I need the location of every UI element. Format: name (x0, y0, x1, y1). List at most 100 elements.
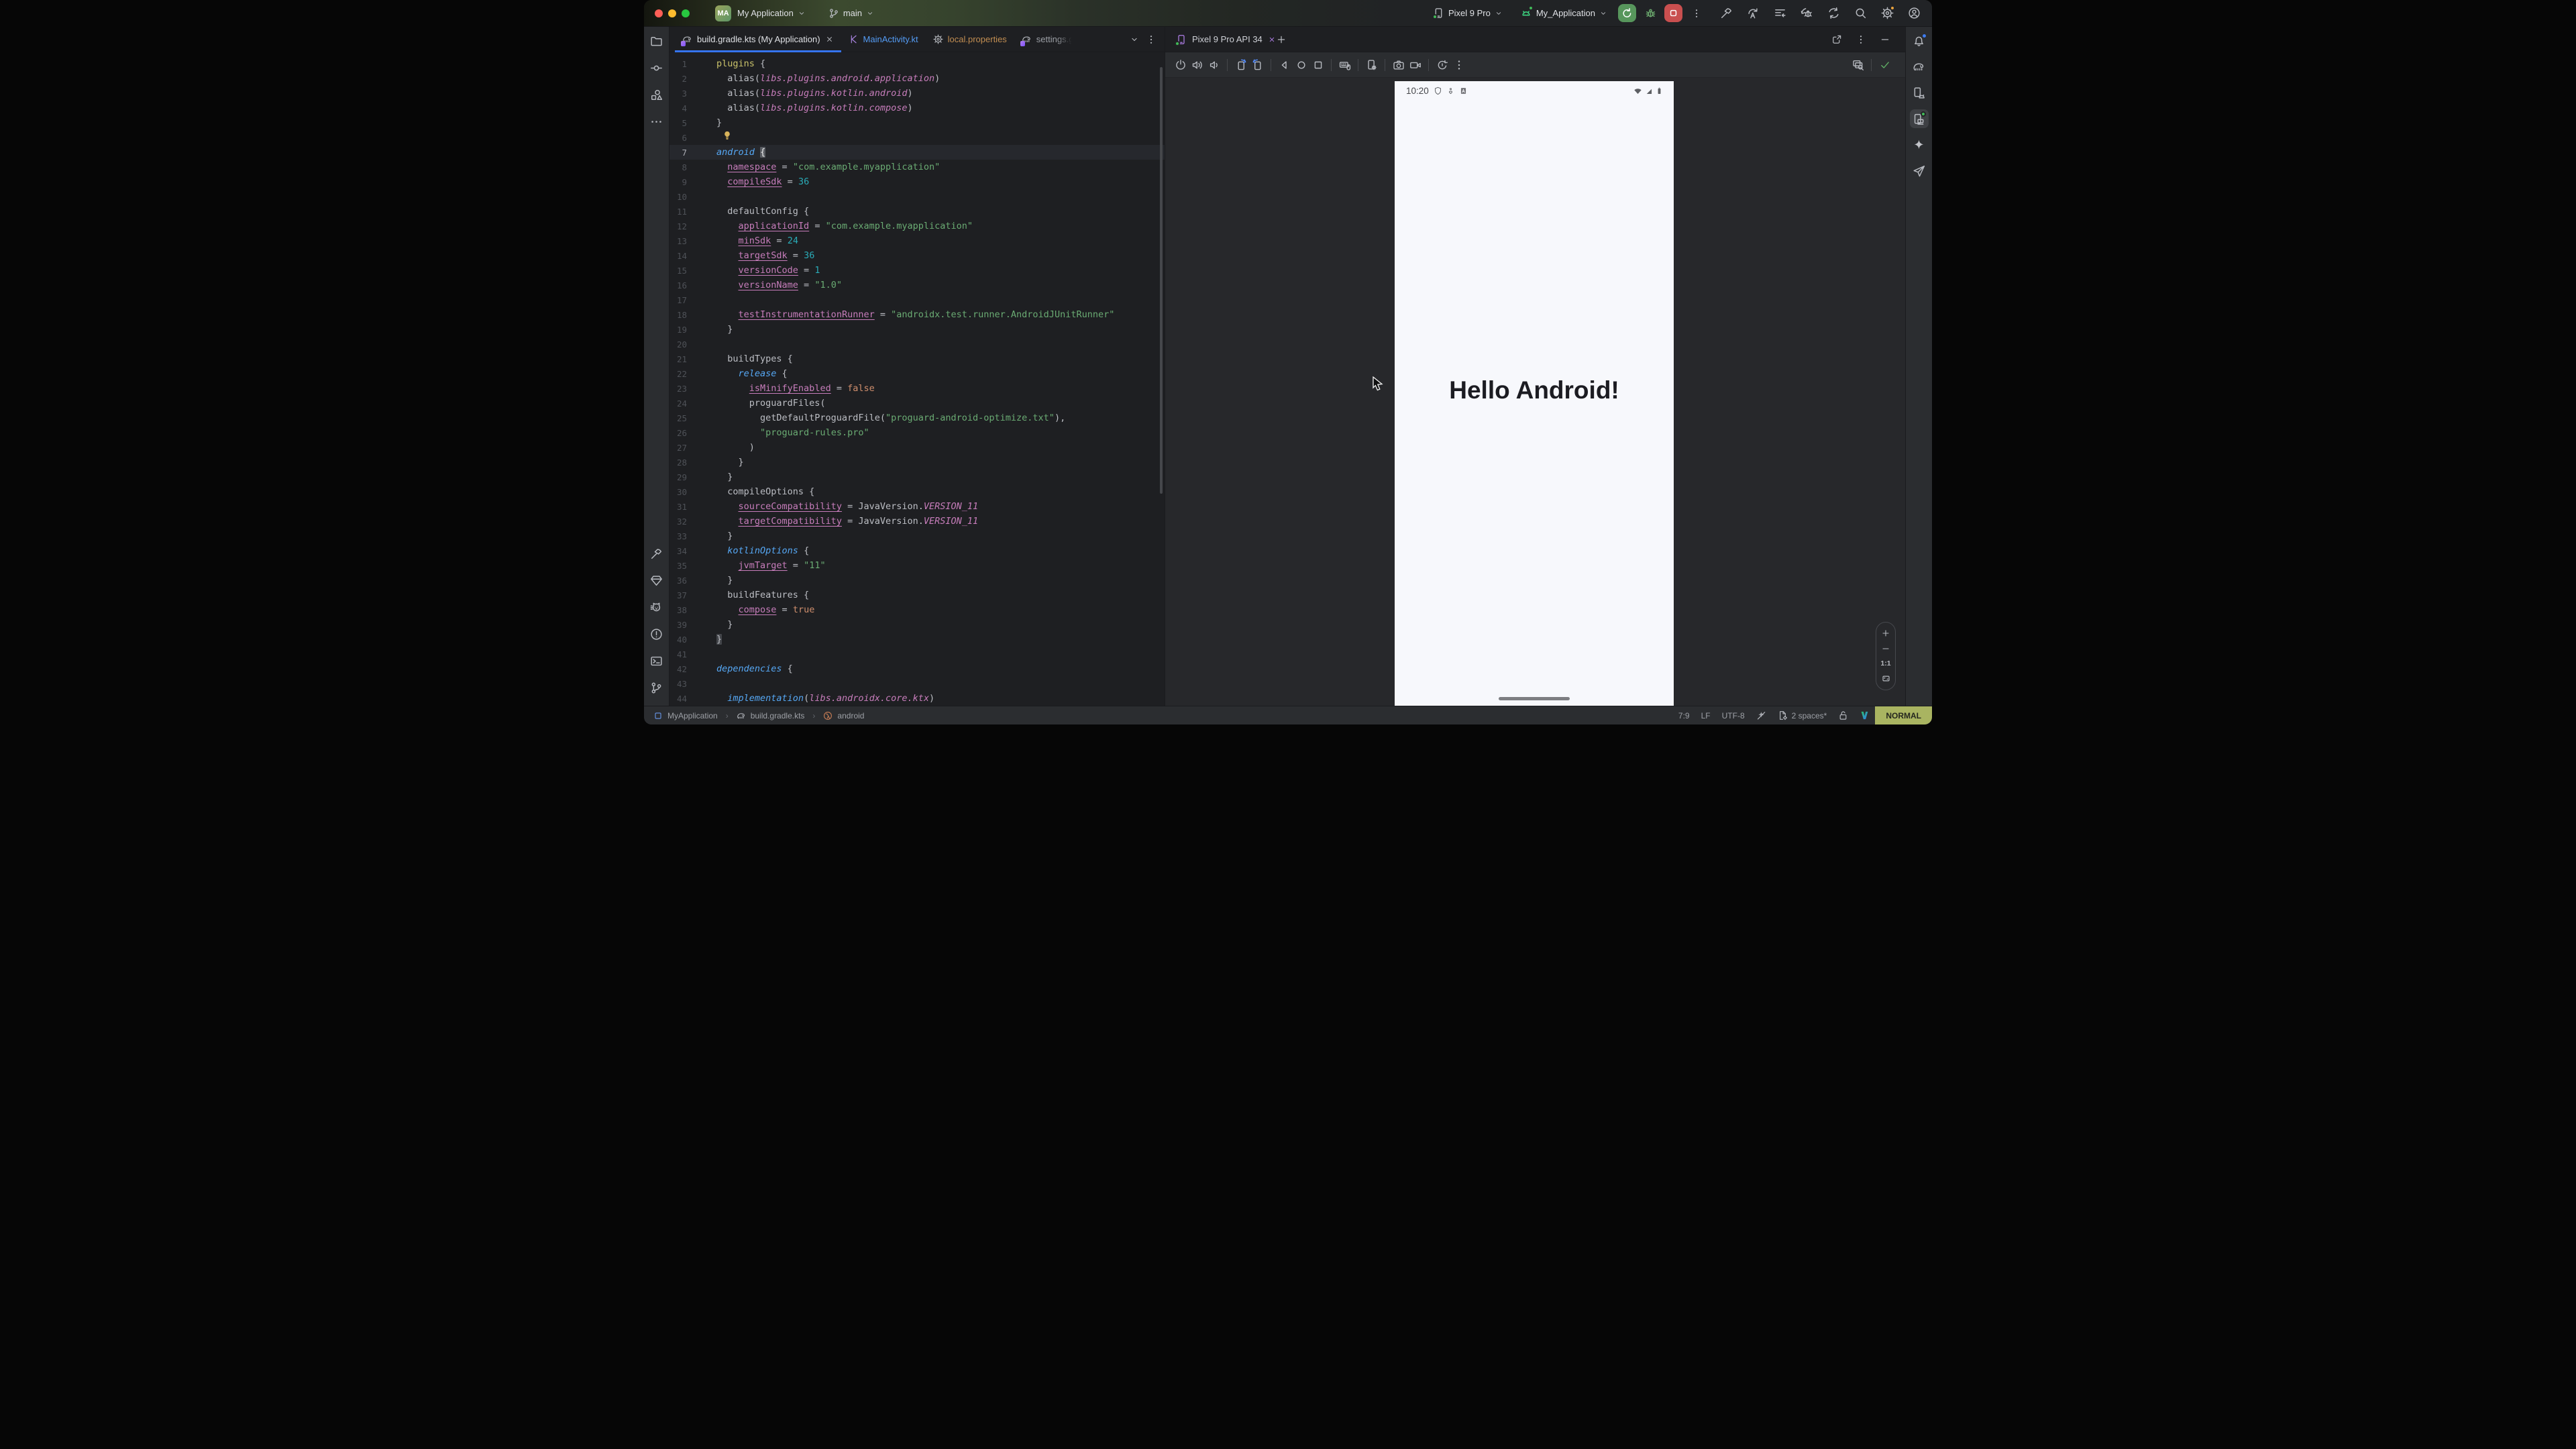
build-button[interactable] (1717, 5, 1735, 22)
home-button[interactable] (1293, 56, 1309, 73)
code-line[interactable]: 4 alias(libs.plugins.kotlin.compose) (669, 101, 1165, 115)
rotate-right-button[interactable] (1249, 56, 1266, 73)
project-selector[interactable]: My Application (737, 8, 806, 18)
hardware-input-button[interactable] (1336, 56, 1353, 73)
code-line[interactable]: 38 compose = true (669, 602, 1165, 617)
screenshot-button[interactable] (1390, 56, 1407, 73)
close-icon[interactable] (1268, 36, 1276, 44)
code-line[interactable]: 8 namespace = "com.example.myapplication… (669, 160, 1165, 174)
logcat-tool-button[interactable] (647, 598, 666, 616)
rerun-button[interactable] (1618, 4, 1636, 22)
close-window-button[interactable] (655, 9, 663, 17)
code-line[interactable]: 23 isMinifyEnabled = false (669, 381, 1165, 396)
screen-record-button[interactable] (1407, 56, 1424, 73)
code-line[interactable]: 21 buildTypes { (669, 352, 1165, 366)
code-line[interactable]: 32 targetCompatibility = JavaVersion.VER… (669, 514, 1165, 529)
zoom-windows-button[interactable] (1849, 56, 1866, 73)
breadcrumb-item[interactable]: MyApplication (653, 711, 718, 720)
file-encoding[interactable]: UTF-8 (1722, 711, 1745, 720)
assistant-tool-button[interactable] (1910, 162, 1929, 180)
code-line[interactable]: 1plugins { (669, 56, 1165, 71)
code-line[interactable]: 19 } (669, 322, 1165, 337)
code-line[interactable]: 24 proguardFiles( (669, 396, 1165, 411)
gemini-tool-button[interactable] (1910, 136, 1929, 154)
app-quality-insights-tool-button[interactable] (647, 571, 666, 590)
run-configuration-selector[interactable]: My_Application (1520, 7, 1607, 19)
code-line[interactable]: 11 defaultConfig { (669, 204, 1165, 219)
hidden-tabs-icon[interactable] (1130, 35, 1139, 44)
code-line[interactable]: 6 (669, 130, 1165, 145)
code-line[interactable]: 16 versionName = "1.0" (669, 278, 1165, 292)
code-line[interactable]: 5} (669, 115, 1165, 130)
code-line[interactable]: 14 targetSdk = 36 (669, 248, 1165, 263)
code-line[interactable]: 15 versionCode = 1 (669, 263, 1165, 278)
caret-position[interactable]: 7:9 (1678, 711, 1690, 720)
profile-button[interactable] (1905, 5, 1923, 22)
power-button[interactable] (1172, 56, 1189, 73)
more-run-options-button[interactable] (1688, 5, 1705, 22)
code-line[interactable]: 3 alias(libs.plugins.kotlin.android) (669, 86, 1165, 101)
settings-button[interactable] (1878, 5, 1896, 22)
code-line[interactable]: 18 testInstrumentationRunner = "androidx… (669, 307, 1165, 322)
code-line[interactable]: 17 (669, 292, 1165, 307)
back-button[interactable] (1276, 56, 1293, 73)
search-everywhere-button[interactable] (1851, 5, 1869, 22)
editor-scrollbar[interactable] (1160, 67, 1163, 494)
code-line[interactable]: 22 release { (669, 366, 1165, 381)
device-settings-button[interactable] (1363, 56, 1380, 73)
editor-tab[interactable]: build.gradle.kts (My Application) (675, 27, 841, 52)
device-selector[interactable]: Pixel 9 Pro (1433, 7, 1503, 19)
home-indicator[interactable] (1499, 697, 1570, 700)
build-tool-button[interactable] (647, 544, 666, 563)
ideavim-toggle[interactable] (1860, 710, 1870, 720)
code-line[interactable]: 35 jvmTarget = "11" (669, 558, 1165, 573)
code-line[interactable]: 40} (669, 632, 1165, 647)
toolbar-more-button[interactable] (1450, 56, 1467, 73)
problems-tool-button[interactable] (647, 625, 666, 643)
sync-project-button[interactable] (1825, 5, 1842, 22)
stop-button[interactable] (1664, 4, 1682, 22)
hide-panel-icon[interactable] (1880, 34, 1890, 45)
add-device-tab-icon[interactable] (1276, 34, 1287, 45)
panel-options-icon[interactable] (1856, 34, 1866, 45)
code-line[interactable]: 2 alias(libs.plugins.android.application… (669, 71, 1165, 86)
intention-lightbulb-icon[interactable] (722, 130, 733, 141)
zoom-fit-icon[interactable] (1881, 674, 1891, 684)
device-tab[interactable]: Pixel 9 Pro API 34 (1176, 34, 1276, 45)
resource-manager-tool-button[interactable] (647, 85, 666, 104)
branch-selector[interactable]: main (828, 8, 874, 19)
device-screen[interactable]: 10:20 Hello Android! (1395, 81, 1674, 706)
editor-tab[interactable]: MainActivity.kt (841, 27, 926, 52)
code-line[interactable]: 30 compileOptions { (669, 484, 1165, 499)
volume-up-button[interactable] (1189, 56, 1205, 73)
code-line[interactable]: 33 } (669, 529, 1165, 543)
code-line[interactable]: 29 } (669, 470, 1165, 484)
code-line[interactable]: 37 buildFeatures { (669, 588, 1165, 602)
indent-info[interactable]: 2 spaces* (1778, 710, 1827, 720)
zoom-reset-button[interactable]: 1:1 (1880, 659, 1890, 667)
code-line[interactable]: 26 "proguard-rules.pro" (669, 425, 1165, 440)
debug-button[interactable] (1642, 5, 1659, 22)
vim-mode-badge[interactable]: NORMAL (1875, 706, 1932, 725)
running-devices-tool-button[interactable] (1910, 109, 1929, 128)
attach-debugger-button[interactable] (1798, 5, 1815, 22)
terminal-tool-button[interactable] (647, 651, 666, 670)
code-line[interactable]: 43 (669, 676, 1165, 691)
device-manager-tool-button[interactable] (1910, 83, 1929, 102)
reset-button[interactable] (1434, 56, 1450, 73)
breadcrumb-item[interactable]: build.gradle.kts (737, 711, 805, 720)
code-editor[interactable]: 1plugins {2 alias(libs.plugins.android.a… (669, 52, 1165, 706)
profiler-button[interactable] (1771, 5, 1788, 22)
code-line[interactable]: 27 ) (669, 440, 1165, 455)
apply-changes-button[interactable] (1744, 5, 1762, 22)
code-line[interactable]: 28 } (669, 455, 1165, 470)
project-tool-button[interactable] (647, 32, 666, 50)
zoom-window-button[interactable] (682, 9, 690, 17)
code-line[interactable]: 9 compileSdk = 36 (669, 174, 1165, 189)
zoom-out-icon[interactable] (1881, 644, 1890, 653)
rotate-left-button[interactable] (1232, 56, 1249, 73)
readonly-toggle[interactable] (1838, 710, 1848, 720)
code-line[interactable]: 7android { (669, 145, 1165, 160)
code-line[interactable]: 39 } (669, 617, 1165, 632)
code-line[interactable]: 31 sourceCompatibility = JavaVersion.VER… (669, 499, 1165, 514)
